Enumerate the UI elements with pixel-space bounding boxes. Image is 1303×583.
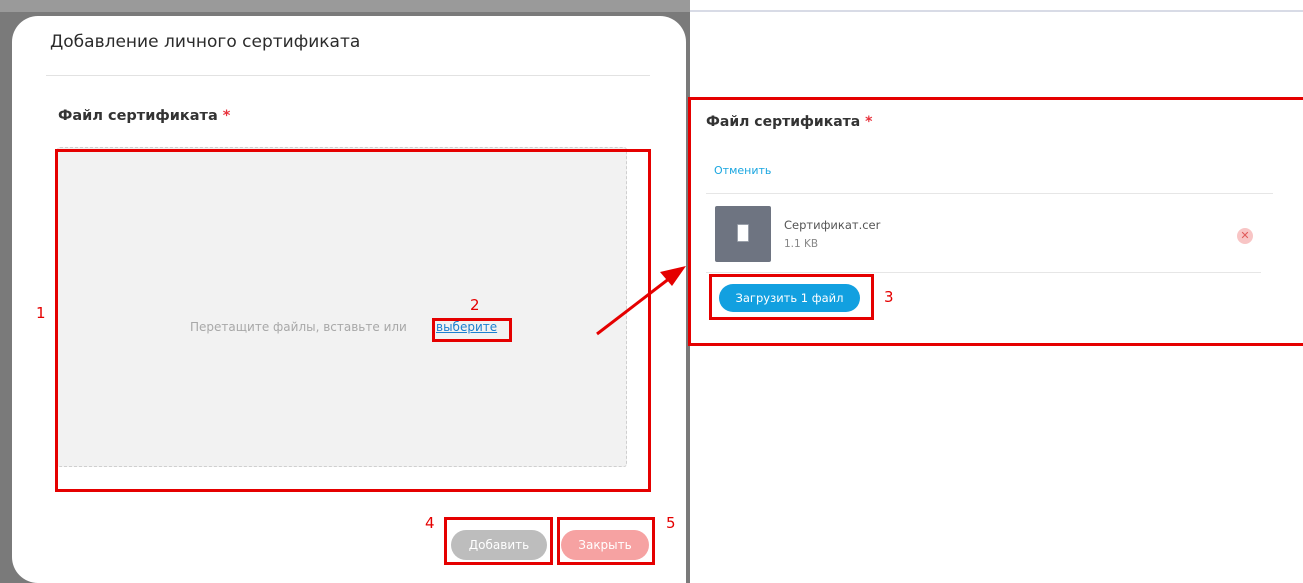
arrow-shaft xyxy=(596,276,671,336)
annotation-arrow xyxy=(596,266,686,336)
